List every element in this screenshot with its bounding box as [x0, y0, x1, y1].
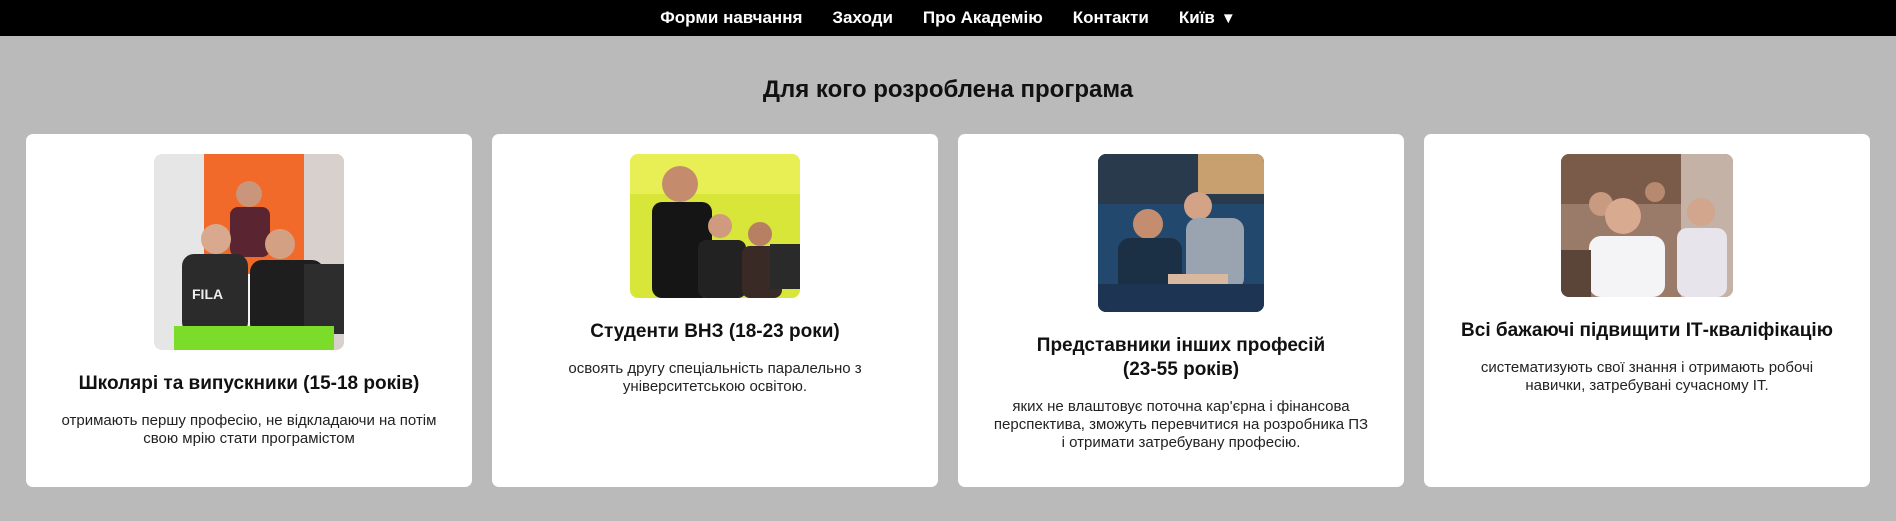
students-photo	[630, 154, 800, 298]
nav-events[interactable]: Заходи	[817, 8, 908, 28]
city-label: Київ	[1178, 8, 1215, 27]
audience-card-schoolkids: FILA Школярі та випускники (15-18 років)…	[26, 134, 472, 487]
audience-card-students: Студенти ВНЗ (18-23 роки) освоять другу …	[492, 134, 938, 487]
nav-study-forms[interactable]: Форми навчання	[645, 8, 817, 28]
card-title: Школярі та випускники (15-18 років)	[78, 373, 420, 394]
audience-card-everyone: Всі бажаючі підвищити ІТ-кваліфікацію си…	[1424, 134, 1870, 487]
nav-contacts[interactable]: Контакти	[1058, 8, 1164, 28]
card-title: Студенти ВНЗ (18-23 роки)	[590, 321, 840, 342]
card-title: Представники інших професій (23-55 років…	[1017, 334, 1345, 382]
svg-text:FILA: FILA	[192, 286, 223, 302]
card-description: освоять другу спеціальність паралельно з…	[568, 360, 862, 395]
schoolkids-photo: FILA	[154, 154, 344, 350]
card-description: систематизують свої знання і отримають р…	[1480, 359, 1814, 394]
card-title-line-1: Представники інших професій	[1036, 335, 1326, 356]
audience-photo	[1561, 154, 1733, 297]
section-title: Для кого розроблена програма	[762, 76, 1134, 103]
audience-card-other-professions: Представники інших професій (23-55 років…	[958, 134, 1404, 487]
card-description: отримають першу професію, не відкладаючи…	[61, 412, 437, 447]
card-description: яких не влаштовує поточна кар'єрна і фін…	[993, 398, 1369, 451]
card-title-line-2: (23-55 років)	[1122, 359, 1240, 380]
nav-about-academy[interactable]: Про Академію	[908, 8, 1058, 28]
top-navigation: Форми навчання Заходи Про Академію Конта…	[0, 0, 1896, 36]
audience-cards: FILA Школярі та випускники (15-18 років)…	[26, 134, 1870, 487]
dropdown-arrow-icon: ▼	[1220, 9, 1236, 27]
city-selector[interactable]: Київ ▼	[1164, 8, 1251, 28]
card-title: Всі бажаючі підвищити ІТ-кваліфікацію	[1461, 320, 1833, 341]
professionals-photo	[1098, 154, 1264, 312]
